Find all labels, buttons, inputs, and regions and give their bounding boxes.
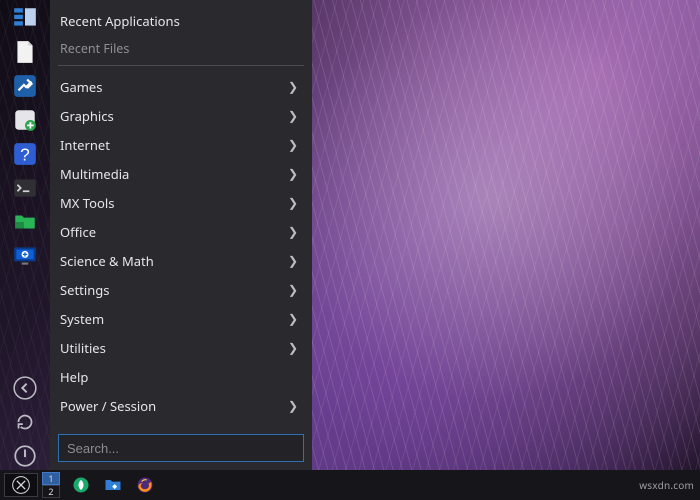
chevron-right-icon: ❯	[288, 252, 298, 269]
menu-separator	[58, 65, 304, 66]
help-icon[interactable]: ?	[11, 140, 39, 168]
start-menu-button[interactable]	[4, 473, 38, 497]
category-system[interactable]: System ❯	[58, 304, 304, 333]
watermark-text: wsxdn.com	[639, 478, 694, 492]
category-office[interactable]: Office ❯	[58, 217, 304, 246]
system-info-icon[interactable]	[11, 242, 39, 270]
category-utilities[interactable]: Utilities ❯	[58, 333, 304, 362]
category-games[interactable]: Games ❯	[58, 72, 304, 101]
power-icon[interactable]	[11, 442, 39, 470]
category-science-math[interactable]: Science & Math ❯	[58, 246, 304, 275]
category-label: Utilities	[60, 339, 282, 357]
files-icon[interactable]	[11, 208, 39, 236]
category-label: MX Tools	[60, 194, 282, 212]
search-input[interactable]	[67, 441, 295, 456]
workspace-2[interactable]: 2	[42, 485, 60, 498]
back-icon[interactable]	[11, 374, 39, 402]
firefox-icon[interactable]	[134, 474, 156, 496]
recent-applications-label: Recent Applications	[60, 12, 298, 30]
power-session-label: Power / Session	[60, 397, 282, 415]
updater-icon[interactable]	[70, 474, 92, 496]
category-settings[interactable]: Settings ❯	[58, 275, 304, 304]
chevron-right-icon: ❯	[288, 78, 298, 95]
chevron-right-icon: ❯	[288, 397, 298, 414]
add-app-icon[interactable]	[11, 106, 39, 134]
tools-icon[interactable]	[11, 72, 39, 100]
category-label: Graphics	[60, 107, 282, 125]
category-graphics[interactable]: Graphics ❯	[58, 101, 304, 130]
taskbar-launchers	[70, 474, 156, 496]
chevron-right-icon: ❯	[288, 107, 298, 124]
svg-text:?: ?	[20, 145, 30, 165]
chevron-right-icon: ❯	[288, 223, 298, 240]
recent-applications-item[interactable]: Recent Applications	[58, 6, 304, 35]
category-mx-tools[interactable]: MX Tools ❯	[58, 188, 304, 217]
application-menu: Recent Applications Recent Files Games ❯…	[50, 0, 312, 470]
category-label: Settings	[60, 281, 282, 299]
refresh-icon[interactable]	[11, 408, 39, 436]
chevron-right-icon: ❯	[288, 281, 298, 298]
category-internet[interactable]: Internet ❯	[58, 130, 304, 159]
file-manager-icon[interactable]	[102, 474, 124, 496]
category-label: Science & Math	[60, 252, 282, 270]
help-item[interactable]: Help	[58, 362, 304, 391]
chevron-right-icon: ❯	[288, 310, 298, 327]
category-label: Internet	[60, 136, 282, 154]
recent-files-header: Recent Files	[58, 35, 304, 61]
help-label: Help	[60, 368, 298, 386]
workspace-1[interactable]: 1	[42, 472, 60, 485]
category-multimedia[interactable]: Multimedia ❯	[58, 159, 304, 188]
window-list-icon[interactable]	[11, 4, 39, 32]
category-label: Games	[60, 78, 282, 96]
chevron-right-icon: ❯	[288, 136, 298, 153]
terminal-icon[interactable]	[11, 174, 39, 202]
document-icon[interactable]	[11, 38, 39, 66]
left-dock: ?	[0, 0, 50, 470]
chevron-right-icon: ❯	[288, 194, 298, 211]
category-label: System	[60, 310, 282, 328]
category-label: Office	[60, 223, 282, 241]
power-session-item[interactable]: Power / Session ❯	[58, 391, 304, 420]
category-label: Multimedia	[60, 165, 282, 183]
chevron-right-icon: ❯	[288, 165, 298, 182]
menu-search[interactable]	[58, 434, 304, 462]
chevron-right-icon: ❯	[288, 339, 298, 356]
workspace-pager[interactable]: 1 2	[42, 472, 60, 498]
bottom-panel: 1 2 wsxdn.com	[0, 470, 700, 500]
